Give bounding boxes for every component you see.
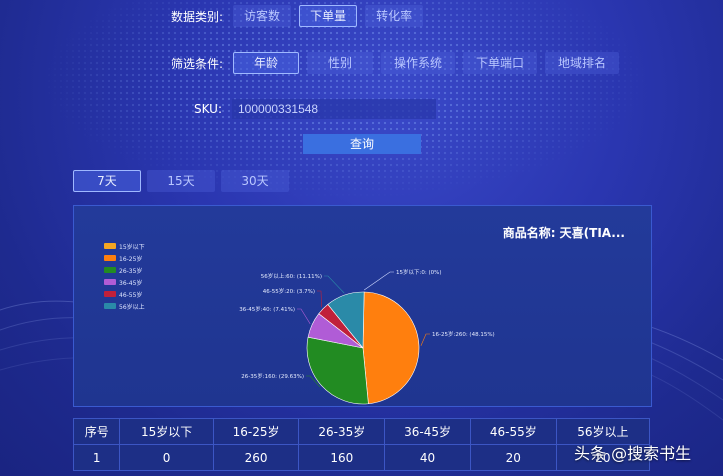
data-type-orders-button[interactable]: 下单量 [299,5,358,27]
pie-leader-line [420,333,430,346]
table-header-cell: 16-25岁 [212,418,300,445]
pie-data-label: 36-45岁:40: (7.41%) [239,305,295,313]
range-15d-button[interactable]: 15天 [147,170,215,192]
table-cell: 20 [469,444,557,471]
condition-gender-button[interactable]: 性别 [307,52,374,74]
data-table: 序号 15岁以下 16-25岁 26-35岁 36-45岁 46-55岁 56岁… [72,418,651,471]
pie-leader-line [317,290,322,308]
pie-data-label: 46-55岁:20: (3.7%) [263,287,315,295]
chart-panel: 商品名称: 天喜(TIA... 15岁以下 16-25岁 26-35岁 36-45岁 4… [73,205,652,407]
table-cell: 260 [212,444,300,471]
data-type-row: 数据类别: 访客数 下单量 转化率 [171,5,431,27]
table-cell: 160 [298,444,386,471]
query-button[interactable]: 查询 [303,134,421,154]
pie-data-label: 26-35岁:160: (29.63%) [241,372,304,380]
range-7d-button[interactable]: 7天 [73,170,141,192]
table-header-cell: 15岁以下 [119,418,214,445]
pie-data-label: 15岁以下:0: (0%) [396,268,441,276]
data-type-conversion-button[interactable]: 转化率 [365,5,424,27]
pie-leader-line [363,271,394,291]
table-header-cell: 36-45岁 [384,418,471,445]
pie-data-label: 16-25岁:260: (48.15%) [432,330,495,338]
condition-age-button[interactable]: 年龄 [233,52,300,74]
pie-data-label: 56岁以上:60: (11.11%) [261,272,322,280]
sku-input[interactable] [232,99,436,119]
condition-row: 筛选条件: 年龄 性别 操作系统 下单端口 地域排名 [171,52,627,74]
data-type-visitors-button[interactable]: 访客数 [233,5,292,27]
pie-slice[interactable] [362,291,420,405]
table-header-row: 序号 15岁以下 16-25岁 26-35岁 36-45岁 46-55岁 56岁… [72,418,651,445]
watermark: 头条 @搜索书生 [574,444,692,463]
pie-chart: 15岁以下:0: (0%) 16-25岁:260: (48.15%) 26-35岁:… [239,268,495,405]
condition-region-button[interactable]: 地域排名 [545,52,620,74]
pie-leader-line [324,275,345,294]
table-cell: 40 [384,444,471,471]
table-header-cell: 46-55岁 [469,418,557,445]
range-row: 7天 15天 30天 [73,170,297,192]
pie-leader-line [297,308,311,325]
condition-label: 筛选条件: [171,56,224,71]
range-30d-button[interactable]: 30天 [221,170,289,192]
sku-label: SKU: [194,102,222,116]
table-row: 1 0 260 160 40 20 20 [72,444,651,471]
table-header-cell: 序号 [72,418,121,445]
table-header-cell: 26-35岁 [298,418,386,445]
table-cell: 1 [72,444,121,471]
data-type-label: 数据类别: [171,9,224,24]
condition-os-button[interactable]: 操作系统 [381,52,456,74]
condition-port-button[interactable]: 下单端口 [463,52,538,74]
sku-row: SKU: [194,99,436,119]
table-cell: 0 [119,444,214,471]
